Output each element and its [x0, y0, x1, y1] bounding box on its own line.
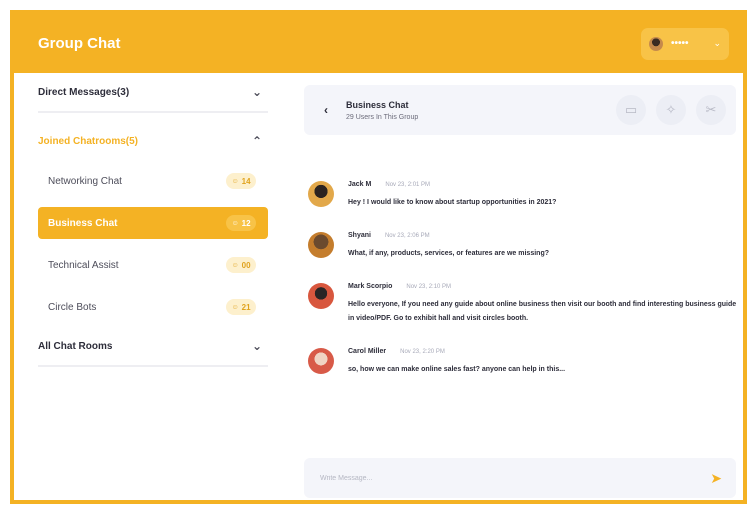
unread-count: 14: [241, 176, 251, 186]
sidebar: Direct Messages(3) ⌄ Joined Chatrooms(5)…: [14, 73, 282, 500]
app-title: Group Chat: [38, 35, 121, 52]
chevron-up-icon: ⌃: [251, 134, 262, 148]
joined-chatrooms-label: Joined Chatrooms(5): [38, 135, 139, 147]
user-menu[interactable]: ••••• ⌄: [641, 27, 729, 60]
send-icon[interactable]: ➤: [710, 470, 722, 487]
unread-count: 00: [241, 260, 251, 270]
chevron-down-icon: ⌄: [251, 85, 262, 99]
video-icon[interactable]: ▭: [616, 95, 646, 125]
people-icon: ☺: [231, 303, 239, 311]
avatar: [308, 181, 334, 207]
chat-actions: ▭ ✧ ✂: [616, 95, 726, 125]
room-item-networking-chat[interactable]: Networking Chat ☺ 14: [38, 165, 268, 197]
room-name: Business Chat: [48, 217, 118, 229]
room-name: Networking Chat: [48, 175, 122, 187]
message-sender: Mark Scorpio: [348, 283, 393, 290]
chat-panel: ‹ Business Chat 29 Users In This Group ▭…: [296, 73, 743, 500]
message-text: Hello everyone, If you need any guide ab…: [348, 301, 737, 322]
unread-count: 12: [241, 218, 251, 228]
chevron-down-icon: ⌄: [251, 339, 262, 353]
message-item: Mark Scorpio Nov 23, 2:10 PM Hello every…: [308, 283, 738, 326]
unread-count: 21: [241, 302, 251, 312]
all-chat-rooms-label: All Chat Rooms: [38, 340, 113, 352]
message-time: Nov 23, 2:01 PM: [385, 182, 431, 188]
user-name: •••••: [671, 38, 689, 49]
people-icon: ☺: [231, 177, 239, 185]
message-item: Shyani Nov 23, 2:06 PM What, if any, pro…: [308, 232, 738, 261]
room-item-technical-assist[interactable]: Technical Assist ☺ 00: [38, 249, 268, 281]
app-frame: Group Chat ••••• ⌄ Direct Messages(3) ⌄ …: [10, 10, 747, 504]
direct-messages-header[interactable]: Direct Messages(3) ⌄: [38, 73, 268, 113]
message-composer: ➤: [304, 458, 736, 498]
people-icon: ☺: [231, 219, 239, 227]
message-time: Nov 23, 2:10 PM: [406, 284, 452, 290]
message-time: Nov 23, 2:06 PM: [384, 233, 430, 239]
message-input[interactable]: [320, 474, 711, 482]
message-list: Jack M Nov 23, 2:01 PM Hey ! I would lik…: [308, 181, 738, 399]
user-avatar: [649, 36, 663, 51]
room-item-circle-bots[interactable]: Circle Bots ☺ 21: [38, 291, 268, 323]
joined-chatrooms-header[interactable]: Joined Chatrooms(5) ⌃: [38, 121, 268, 161]
chat-header: ‹ Business Chat 29 Users In This Group ▭…: [304, 85, 736, 135]
avatar: [308, 232, 334, 258]
chevron-down-icon: ⌄: [713, 38, 721, 48]
scissors-icon[interactable]: ✂: [696, 95, 726, 125]
people-icon: ☺: [231, 261, 239, 269]
chat-subtitle: 29 Users In This Group: [346, 113, 419, 121]
message-time: Nov 23, 2:20 PM: [400, 349, 445, 355]
unread-badge: ☺ 14: [226, 173, 256, 189]
chat-name: Business Chat: [346, 99, 409, 110]
message-text: so, how we can make online sales fast? a…: [348, 366, 566, 373]
unread-badge: ☺ 00: [226, 257, 256, 273]
message-text: Hey ! I would like to know about startup…: [348, 199, 557, 206]
direct-messages-label: Direct Messages(3): [38, 86, 130, 98]
unread-badge: ☺ 21: [226, 299, 256, 315]
message-text: What, if any, products, services, or fea…: [348, 250, 549, 257]
pin-icon[interactable]: ✧: [656, 95, 686, 125]
message-sender: Shyani: [348, 232, 371, 239]
avatar: [308, 283, 334, 309]
top-bar: Group Chat ••••• ⌄: [14, 14, 743, 73]
message-sender: Carol Miller: [348, 348, 387, 355]
room-name: Technical Assist: [48, 259, 119, 271]
unread-badge: ☺ 12: [226, 215, 256, 231]
avatar: [308, 348, 334, 374]
room-item-business-chat[interactable]: Business Chat ☺ 12: [38, 207, 268, 239]
message-item: Jack M Nov 23, 2:01 PM Hey ! I would lik…: [308, 181, 738, 210]
back-icon[interactable]: ‹: [324, 103, 328, 117]
room-name: Circle Bots: [48, 301, 97, 313]
all-chat-rooms-header[interactable]: All Chat Rooms ⌄: [38, 327, 268, 367]
message-sender: Jack M: [348, 181, 372, 188]
message-item: Carol Miller Nov 23, 2:20 PM so, how we …: [308, 348, 738, 377]
chat-info: Business Chat 29 Users In This Group: [346, 100, 616, 121]
